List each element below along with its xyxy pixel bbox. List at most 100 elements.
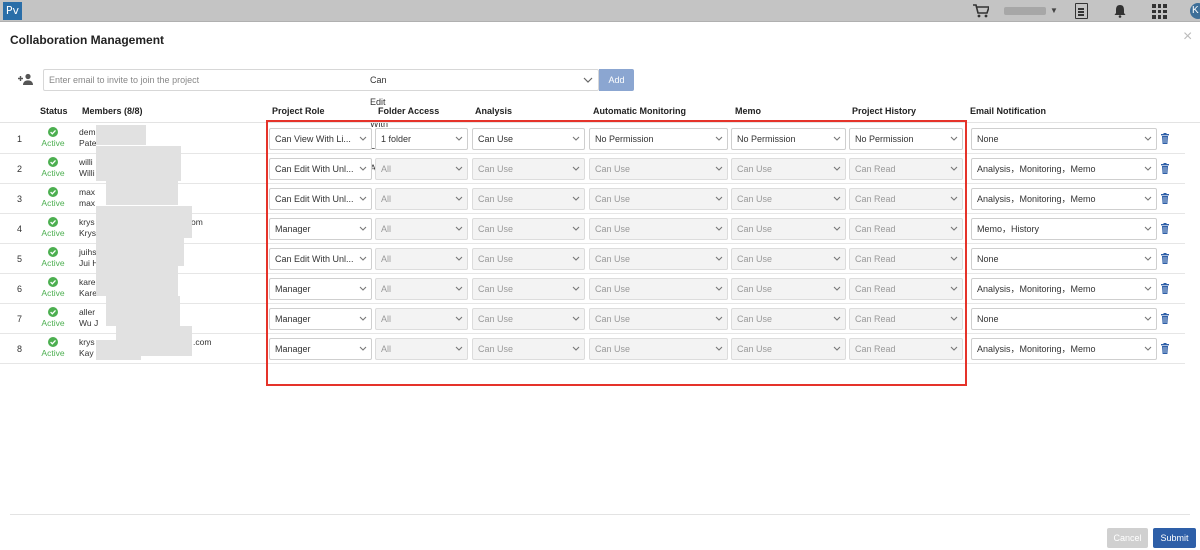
project-role-select[interactable]: Can Edit With Unl... <box>269 188 372 210</box>
bell-icon[interactable] <box>1113 4 1127 18</box>
header-project-history: Project History <box>852 106 917 116</box>
member-name: Wu J <box>79 318 99 328</box>
invite-permission-select[interactable]: Can Edit With Limited Access <box>370 69 399 173</box>
folder-access-select[interactable]: 1 folder <box>375 128 468 150</box>
row-index: 7 <box>17 314 23 324</box>
close-icon[interactable]: × <box>1183 28 1192 46</box>
memo-select: Can Use <box>731 248 846 270</box>
trash-icon[interactable] <box>1161 163 1169 174</box>
apps-grid-icon[interactable] <box>1152 4 1167 19</box>
member-name: Krys <box>79 228 96 238</box>
trash-icon[interactable] <box>1161 343 1169 354</box>
chevron-down-icon <box>715 136 723 141</box>
folder-access-select: All <box>375 158 468 180</box>
select-value: Can Use <box>478 194 514 204</box>
trash-icon[interactable] <box>1161 133 1169 144</box>
memo-select[interactable]: No Permission <box>731 128 846 150</box>
cart-icon[interactable] <box>973 4 989 18</box>
project-role-select[interactable]: Manager <box>269 218 372 240</box>
project-role-select[interactable]: Can Edit With Unl... <box>269 158 372 180</box>
trash-icon[interactable] <box>1161 253 1169 264</box>
select-value: None <box>977 134 999 144</box>
select-value: Analysis，Monitoring，Memo <box>977 344 1096 354</box>
chevron-down-icon[interactable] <box>582 69 594 91</box>
trash-icon[interactable] <box>1161 313 1169 324</box>
header-analysis: Analysis <box>475 106 513 116</box>
chevron-down-icon <box>359 256 367 261</box>
chevron-down-icon <box>833 346 841 351</box>
project-role-select[interactable]: Manager <box>269 278 372 300</box>
row-index: 1 <box>17 134 23 144</box>
email-notification-select[interactable]: Analysis，Monitoring，Memo <box>971 158 1157 180</box>
select-value: Can Use <box>737 284 773 294</box>
select-value: All <box>381 284 392 294</box>
chevron-down-icon <box>715 166 723 171</box>
project-history-select[interactable]: No Permission <box>849 128 963 150</box>
project-role-select[interactable]: Can Edit With Unl... <box>269 248 372 270</box>
invite-email-input[interactable] <box>43 69 599 91</box>
email-notification-select[interactable]: None <box>971 308 1157 330</box>
select-value: Can Use <box>737 314 773 324</box>
folder-access-select: All <box>375 218 468 240</box>
status-cell: Active <box>40 127 66 148</box>
email-notification-select[interactable]: Memo，History <box>971 218 1157 240</box>
project-history-select: Can Read <box>849 338 963 360</box>
row-index: 2 <box>17 164 23 174</box>
chevron-down-icon <box>455 286 463 291</box>
member-name: Kare <box>79 288 97 298</box>
member-name: Willi <box>79 168 95 178</box>
email-notification-select[interactable]: Analysis，Monitoring，Memo <box>971 278 1157 300</box>
analysis-select: Can Use <box>472 338 585 360</box>
select-value: Can Use <box>478 314 514 324</box>
trash-icon[interactable] <box>1161 193 1169 204</box>
email-notification-select[interactable]: None <box>971 248 1157 270</box>
project-role-select[interactable]: Manager <box>269 338 372 360</box>
automatic-monitoring-select: Can Use <box>589 278 728 300</box>
analysis-select[interactable]: Can Use <box>472 128 585 150</box>
trash-icon[interactable] <box>1161 283 1169 294</box>
select-value: Can Use <box>595 164 631 174</box>
email-notification-select[interactable]: Analysis，Monitoring，Memo <box>971 188 1157 210</box>
chevron-down-icon <box>1144 286 1152 291</box>
chevron-down-icon <box>715 256 723 261</box>
project-role-select[interactable]: Can View With Li... <box>269 128 372 150</box>
chevron-down-icon <box>1144 196 1152 201</box>
header-email-notification: Email Notification <box>970 106 1047 116</box>
top-bar: Pv ▼ K <box>0 0 1200 22</box>
member-email: krys <box>79 337 95 347</box>
document-icon[interactable] <box>1075 3 1088 19</box>
chevron-down-icon <box>572 346 580 351</box>
chevron-down-icon <box>359 286 367 291</box>
add-button[interactable]: Add <box>599 69 634 91</box>
email-notification-select[interactable]: Analysis，Monitoring，Memo <box>971 338 1157 360</box>
app-logo[interactable]: Pv <box>3 2 22 20</box>
user-name-badge[interactable] <box>1004 7 1046 15</box>
project-history-select: Can Read <box>849 188 963 210</box>
chevron-down-icon <box>950 196 958 201</box>
avatar[interactable]: K <box>1190 3 1200 19</box>
trash-icon[interactable] <box>1161 223 1169 234</box>
status-label: Active <box>41 258 65 268</box>
project-role-select[interactable]: Manager <box>269 308 372 330</box>
select-value: Can Use <box>737 164 773 174</box>
submit-button[interactable]: Submit <box>1153 528 1196 548</box>
status-cell: Active <box>40 337 66 358</box>
chevron-down-icon[interactable]: ▼ <box>1050 6 1058 15</box>
select-value: Can Use <box>737 254 773 264</box>
email-notification-select[interactable]: None <box>971 128 1157 150</box>
chevron-down-icon <box>950 346 958 351</box>
chevron-down-icon <box>833 136 841 141</box>
project-history-select: Can Read <box>849 218 963 240</box>
member-name: max <box>79 198 96 208</box>
select-value: 1 folder <box>381 134 412 144</box>
table-header: Status Members (8/8) Project Role Folder… <box>0 100 1200 123</box>
cancel-button[interactable]: Cancel <box>1107 528 1148 548</box>
chevron-down-icon <box>950 166 958 171</box>
automatic-monitoring-select[interactable]: No Permission <box>589 128 728 150</box>
member-info: kare Kare <box>79 277 97 299</box>
chevron-down-icon <box>359 346 367 351</box>
footer-divider <box>10 514 1190 515</box>
select-value: No Permission <box>855 134 914 144</box>
chevron-down-icon <box>572 226 580 231</box>
row-index: 8 <box>17 344 23 354</box>
